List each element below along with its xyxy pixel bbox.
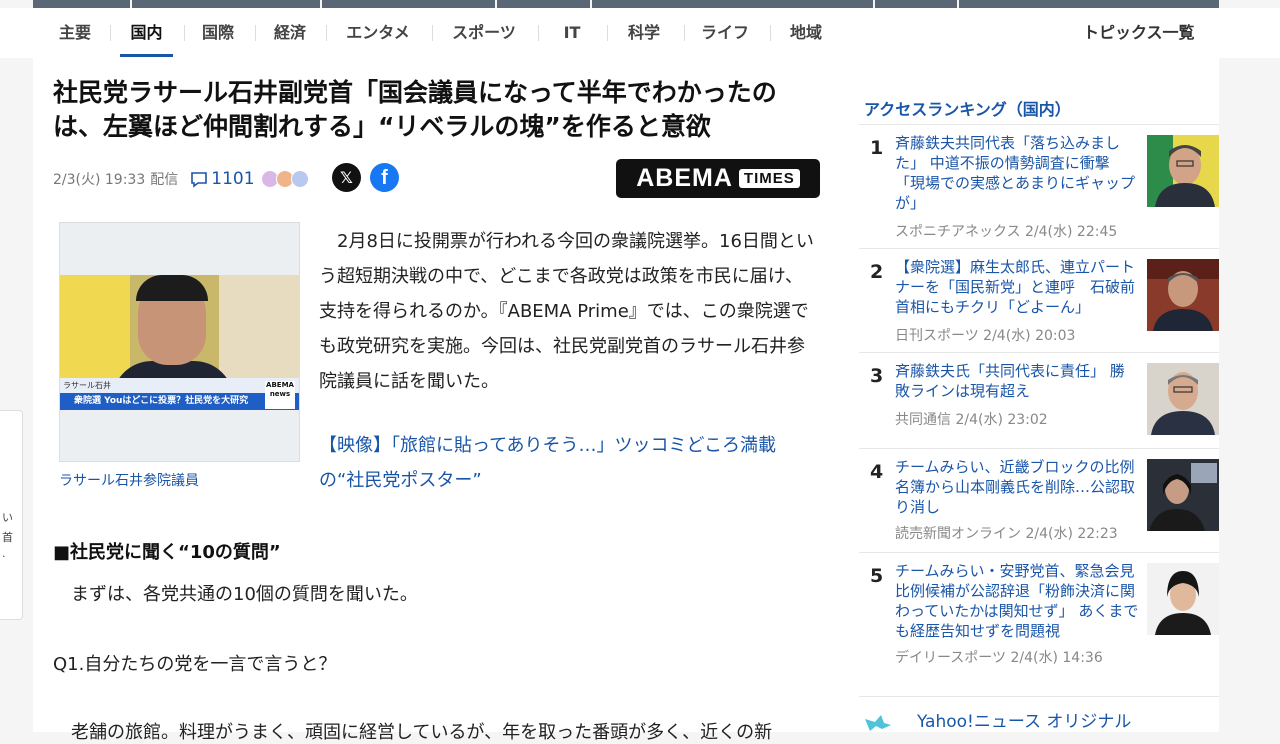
nav-item-main[interactable]: 主要 (54, 8, 96, 58)
ranking-number: 2 (870, 261, 884, 283)
ranking-number: 4 (870, 461, 884, 483)
nav-item-international[interactable]: 国際 (196, 8, 240, 58)
ranking-item[interactable]: 1 斉藤鉄夫共同代表「落ち込みました」 中道不振の情勢調査に衝撃「現場での実感と… (859, 124, 1219, 249)
photo-caption-bar: 衆院選 Youはどこに投票？社民党を大研究 (60, 393, 299, 410)
ranking-title: アクセスランキング（国内） (864, 100, 1071, 119)
nav-item-science[interactable]: 科学 (622, 8, 666, 58)
ranking-item[interactable]: 3 斉藤鉄夫氏「共同代表に責任」 勝敗ラインは現有超え 共同通信 2/4(水) … (859, 352, 1219, 449)
article-distribution: 配信 (150, 172, 179, 188)
ranking-source: 共同通信 2/4(水) 23:02 (895, 412, 1048, 428)
reaction-icons[interactable] (260, 170, 309, 188)
ranking-title-link[interactable]: チームみらい・安野党首、緊急会見 比例候補が公認辞退「粉飾決済に関わっていたかは… (895, 561, 1150, 641)
top-strip (33, 0, 1219, 8)
x-icon: 𝕏 (340, 168, 353, 187)
comment-count: 1101 (211, 169, 255, 189)
comments-link[interactable]: 1101 (190, 169, 255, 189)
ranking-source: 読売新聞オンライン 2/4(水) 22:23 (895, 526, 1118, 542)
question-1: Q1.自分たちの党を一言で言うと？ (53, 654, 337, 675)
ranking-item[interactable]: 2 【衆院選】麻生太郎氏、連立パートナーを「国民新党」と連呼 石破前首相にもチク… (859, 248, 1219, 353)
ranking-title-link[interactable]: チームみらい、近畿ブロックの比例名簿から山本剛義氏を削除…公認取り消し (895, 457, 1139, 517)
yahoo-original-label: Yahoo!ニュース オリジナル (917, 712, 1132, 732)
nav-item-region[interactable]: 地域 (784, 8, 828, 58)
ranking-title-link[interactable]: 斉藤鉄夫共同代表「落ち込みました」 中道不振の情勢調査に衝撃「現場での実感とあま… (895, 133, 1139, 213)
ranking-number: 1 (870, 137, 884, 159)
ranking-item[interactable]: 4 チームみらい、近畿ブロックの比例名簿から山本剛義氏を削除…公認取り消し 読売… (859, 448, 1219, 553)
yahoo-original-icon (865, 715, 891, 731)
nav-item-sports[interactable]: スポーツ (444, 8, 524, 58)
nav-item-entertainment[interactable]: エンタメ (338, 8, 418, 58)
ranking-source: デイリースポーツ 2/4(水) 14:36 (895, 650, 1103, 666)
article-main: 社民党ラサール石井副党首「国会議員になって半年でわかったのは、左翼ほど仲間割れす… (33, 58, 840, 743)
article-paragraph: 老舗の旅館。料理がうまく、頑固に経営しているが、年を取った番頭が多く、近くの新 (53, 722, 773, 743)
facebook-icon: f (381, 167, 388, 189)
ranking-title-link[interactable]: 【衆院選】麻生太郎氏、連立パートナーを「国民新党」と連呼 石破前首相にもチクリ「… (895, 257, 1139, 317)
photo-name-bar: ラサール石井 (60, 378, 299, 393)
abema-news-logo: ABEMA news (265, 381, 295, 409)
ranking-source: スポニチアネックス 2/4(水) 22:45 (895, 224, 1118, 240)
share-x-button[interactable]: 𝕏 (332, 163, 361, 192)
ranking-thumbnail[interactable] (1147, 363, 1219, 435)
share-facebook-button[interactable]: f (370, 163, 399, 192)
yahoo-original-section[interactable]: Yahoo!ニュース オリジナル (859, 696, 1219, 732)
nav-item-economy[interactable]: 経済 (268, 8, 312, 58)
ranking-item[interactable]: 5 チームみらい・安野党首、緊急会見 比例候補が公認辞退「粉飾決済に関わっていた… (859, 552, 1219, 697)
article-paragraph: まずは、各党共通の10個の質問を聞いた。 (53, 584, 418, 605)
ranking-thumbnail[interactable] (1147, 259, 1219, 331)
article-date: 2/3(火) 19:33 (53, 172, 146, 188)
section-heading: ■社民党に聞く“10の質問” (53, 542, 281, 563)
ranking-title-link[interactable]: 斉藤鉄夫氏「共同代表に責任」 勝敗ラインは現有超え (895, 361, 1139, 401)
category-nav: 主要 国内 国際 経済 エンタメ スポーツ IT 科学 ライフ 地域 トピックス… (0, 8, 1280, 58)
comment-icon (191, 171, 208, 188)
left-panel-edge: い 首 . (0, 410, 23, 620)
ranking-thumbnail[interactable] (1147, 563, 1219, 635)
nav-item-domestic[interactable]: 国内 (120, 8, 173, 58)
article-meta: 2/3(火) 19:33 配信 1101 (53, 166, 309, 192)
related-video-link[interactable]: 【映像】「旅館に貼ってありそう…」ツッコミどころ満載の“社民党ポスター” (319, 428, 819, 498)
ranking-thumbnail[interactable] (1147, 135, 1219, 207)
article-photo[interactable]: ラサール石井 衆院選 Youはどこに投票？社民党を大研究 ABEMA news (59, 222, 300, 462)
article-headline: 社民党ラサール石井副党首「国会議員になって半年でわかったのは、左翼ほど仲間割れす… (53, 78, 777, 141)
article-lead-paragraph: 2月8日に投開票が行われる今回の衆議院選挙。16日間という超短期決戦の中で、どこ… (319, 231, 814, 392)
nav-item-it[interactable]: IT (556, 8, 588, 58)
topics-list-link[interactable]: トピックス一覧 (1083, 8, 1195, 58)
ranking-thumbnail[interactable] (1147, 459, 1219, 531)
ranking-source: 日刊スポーツ 2/4(水) 20:03 (895, 328, 1076, 344)
ranking-number: 3 (870, 365, 884, 387)
sidebar: アクセスランキング（国内） 1 斉藤鉄夫共同代表「落ち込みました」 中道不振の情… (839, 58, 1219, 732)
ranking-number: 5 (870, 565, 884, 587)
photo-caption: ラサール石井参院議員 (59, 473, 199, 489)
source-logo-abema-times[interactable]: ABEMA TIMES (616, 159, 820, 198)
nav-item-life[interactable]: ライフ (698, 8, 752, 58)
